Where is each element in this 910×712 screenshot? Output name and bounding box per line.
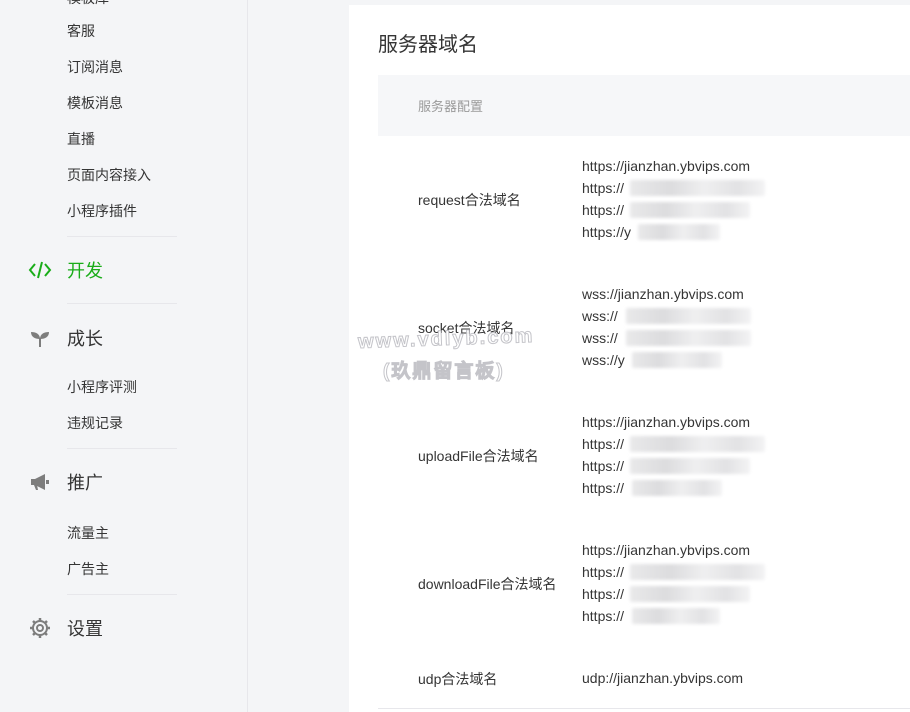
sidebar-divider (67, 594, 177, 595)
redacted-blur (630, 586, 750, 602)
megaphone-icon (28, 470, 52, 494)
domain-value: https://jianzhan.ybvips.com (582, 414, 751, 430)
domain-value: https:// (582, 477, 750, 499)
sidebar-item-violations[interactable]: 违规记录 (67, 413, 123, 433)
domain-value: udp://jianzhan.ybvips.com (582, 670, 744, 686)
redacted-blur (626, 330, 751, 346)
sidebar-item-label: 成长 (67, 329, 103, 349)
domain-value: https:// (582, 583, 750, 605)
row-values-request: https://jianzhan.ybvips.com https:// htt… (582, 155, 765, 243)
domain-value: https:// (582, 561, 765, 583)
sidebar-item-advertiser[interactable]: 广告主 (67, 559, 109, 579)
domain-value: https://y (582, 221, 750, 243)
row-values-downloadfile: https://jianzhan.ybvips.com https:// htt… (582, 539, 765, 627)
sidebar-item-page-content[interactable]: 页面内容接入 (67, 165, 151, 185)
domain-value: https:// (582, 177, 765, 199)
sidebar-item-label: 推广 (67, 473, 103, 493)
domain-value: https://jianzhan.ybvips.com (582, 158, 751, 174)
domain-value: wss:// (582, 305, 751, 327)
redacted-blur (632, 480, 722, 496)
sidebar-item-template-messages[interactable]: 模板消息 (67, 93, 123, 113)
sprout-icon (28, 326, 52, 350)
redacted-blur (638, 224, 720, 240)
sidebar-item-growth[interactable]: 成长 (28, 326, 103, 350)
row-values-uploadfile: https://jianzhan.ybvips.com https:// htt… (582, 411, 765, 499)
sidebar-divider (67, 448, 177, 449)
redacted-blur (630, 564, 765, 580)
sidebar-item-label: 开发 (67, 261, 103, 281)
domain-value: https:// (582, 199, 750, 221)
watermark-text: (玖鼎留言板) (383, 361, 505, 383)
row-values-udp: udp://jianzhan.ybvips.com (582, 667, 743, 689)
sidebar-item-template-library[interactable]: 模板库 (67, 0, 109, 8)
table-header-label: 服务器配置 (418, 99, 484, 114)
sidebar-item-subscription-messages[interactable]: 订阅消息 (67, 57, 123, 77)
domain-value: wss://y (582, 349, 744, 371)
row-values-socket: wss://jianzhan.ybvips.com wss:// wss:// … (582, 283, 751, 371)
sidebar-item-settings[interactable]: 设置 (28, 616, 103, 640)
row-label-downloadfile: downloadFile合法域名 (418, 576, 557, 592)
redacted-blur (626, 308, 751, 324)
sidebar-item-customer-service[interactable]: 客服 (67, 21, 95, 41)
domain-value: https://jianzhan.ybvips.com (582, 542, 751, 558)
page-title: 服务器域名 (378, 34, 478, 56)
table-header: 服务器配置 (378, 75, 910, 136)
sidebar-item-evaluation[interactable]: 小程序评测 (67, 377, 137, 397)
redacted-blur (632, 352, 722, 368)
code-icon (28, 258, 52, 282)
redacted-blur (632, 608, 720, 624)
domain-value: https:// (582, 433, 765, 455)
redacted-blur (630, 458, 750, 474)
domain-value: https:// (582, 605, 750, 627)
gear-icon (28, 616, 52, 640)
sidebar-item-traffic-owner[interactable]: 流量主 (67, 523, 109, 543)
sidebar-divider (67, 303, 177, 304)
sidebar-item-promotion[interactable]: 推广 (28, 470, 103, 494)
sidebar-item-label: 设置 (67, 619, 103, 639)
domain-value: https:// (582, 455, 750, 477)
redacted-blur (630, 202, 750, 218)
row-label-uploadfile: uploadFile合法域名 (418, 448, 539, 464)
domain-value: wss://jianzhan.ybvips.com (582, 286, 744, 302)
redacted-blur (630, 180, 765, 196)
redacted-blur (630, 436, 765, 452)
row-label-request: request合法域名 (418, 192, 521, 208)
domain-value: wss:// (582, 327, 751, 349)
sidebar-item-plugins[interactable]: 小程序插件 (67, 201, 137, 221)
sidebar-divider (67, 236, 177, 237)
table-bottom-border (378, 708, 910, 709)
row-label-udp: udp合法域名 (418, 671, 498, 687)
sidebar-item-develop[interactable]: 开发 (28, 258, 103, 282)
sidebar: 模板库 客服 订阅消息 模板消息 直播 页面内容接入 小程序插件 开发 成长 小… (0, 0, 248, 712)
sidebar-item-live[interactable]: 直播 (67, 129, 95, 149)
